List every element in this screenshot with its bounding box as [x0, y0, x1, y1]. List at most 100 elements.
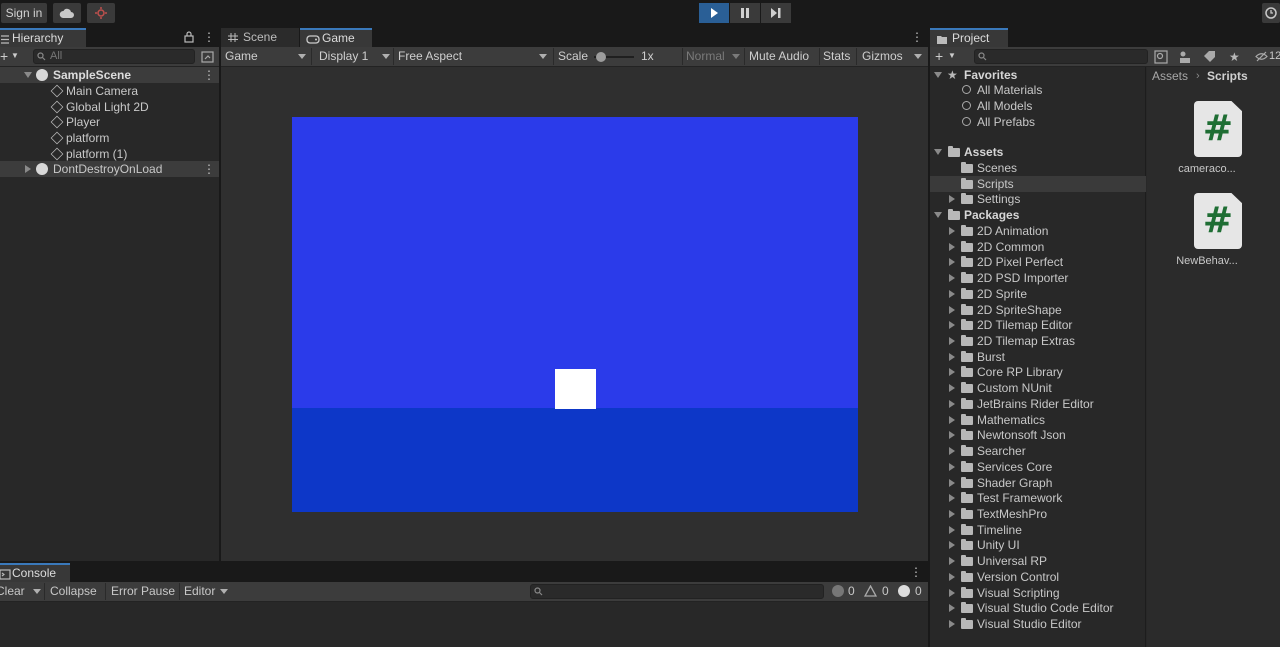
hierarchy-item-global-light[interactable]: Global Light 2D	[0, 99, 219, 115]
script-file-tile[interactable]: # NewBehav...	[1167, 193, 1247, 268]
expand-arrow-icon[interactable]	[949, 258, 955, 267]
assets-header[interactable]: Assets	[930, 144, 1146, 160]
package-item[interactable]: Shader Graph	[930, 475, 1146, 491]
expand-arrow-icon[interactable]	[934, 149, 942, 155]
package-item[interactable]: JetBrains Rider Editor	[930, 396, 1146, 412]
folder-scenes[interactable]: Scenes	[930, 160, 1146, 176]
expand-arrow-icon[interactable]	[949, 242, 955, 251]
expand-arrow-icon[interactable]	[949, 289, 955, 298]
expand-arrow-icon[interactable]	[949, 368, 955, 377]
stats-button[interactable]: Stats	[823, 47, 850, 66]
package-item[interactable]: Visual Studio Code Editor	[930, 600, 1146, 616]
package-item[interactable]: Services Core	[930, 459, 1146, 475]
expand-arrow-icon[interactable]	[949, 321, 955, 330]
expand-arrow-icon[interactable]	[24, 72, 32, 78]
project-create-button[interactable]: + ▼	[935, 48, 959, 65]
cloud-button[interactable]	[53, 3, 81, 23]
search-by-label-icon[interactable]	[1178, 50, 1192, 64]
expand-arrow-icon[interactable]	[949, 509, 955, 518]
package-item[interactable]: Universal RP	[930, 553, 1146, 569]
display-dropdown[interactable]: Display 1	[312, 47, 392, 66]
error-toggle[interactable]: 0	[896, 582, 926, 601]
create-button[interactable]: + ▼	[0, 48, 22, 65]
tab-game[interactable]: Game	[300, 28, 372, 47]
package-item[interactable]: 2D SpriteShape	[930, 302, 1146, 318]
clear-dropdown[interactable]: Clear	[0, 582, 44, 601]
editor-dropdown[interactable]: Editor	[180, 582, 232, 601]
expand-arrow-icon[interactable]	[949, 447, 955, 456]
expand-arrow-icon[interactable]	[949, 384, 955, 393]
expand-arrow-icon[interactable]	[949, 494, 955, 503]
expand-arrow-icon[interactable]	[934, 72, 942, 78]
package-item[interactable]: 2D Tilemap Extras	[930, 333, 1146, 349]
package-item[interactable]: Version Control	[930, 569, 1146, 585]
package-item[interactable]: 2D Common	[930, 239, 1146, 255]
mode-dropdown[interactable]: Game	[221, 47, 310, 66]
console-search-input[interactable]	[530, 584, 824, 599]
sign-in-button[interactable]: Sign in	[1, 3, 47, 23]
tab-scene[interactable]: Scene	[221, 28, 299, 47]
hierarchy-item-player[interactable]: Player	[0, 114, 219, 130]
dontdestroy-scene-row[interactable]: DontDestroyOnLoad ⋮	[0, 161, 219, 177]
warning-toggle[interactable]: 0	[862, 582, 892, 601]
expand-arrow-icon[interactable]	[949, 399, 955, 408]
expand-arrow-icon[interactable]	[949, 588, 955, 597]
render-mode-dropdown[interactable]: Normal	[683, 47, 743, 66]
game-menu-icon[interactable]: ⋮	[911, 30, 923, 44]
package-item[interactable]: Visual Scripting	[930, 585, 1146, 601]
expand-arrow-icon[interactable]	[949, 604, 955, 613]
tab-hierarchy[interactable]: Hierarchy	[0, 28, 86, 47]
package-item[interactable]: 2D Tilemap Editor	[930, 317, 1146, 333]
console-menu-icon[interactable]: ⋮	[910, 565, 922, 579]
hierarchy-menu-icon[interactable]: ⋮	[203, 30, 215, 44]
scene-visibility-icon[interactable]	[201, 51, 214, 63]
search-by-type-icon[interactable]	[1154, 50, 1168, 64]
scene-menu-icon[interactable]: ⋮	[203, 68, 215, 82]
package-item[interactable]: Mathematics	[930, 412, 1146, 428]
breadcrumb-scripts[interactable]: Scripts	[1207, 67, 1248, 86]
expand-arrow-icon[interactable]	[949, 572, 955, 581]
package-item[interactable]: Unity UI	[930, 537, 1146, 553]
package-item[interactable]: Burst	[930, 349, 1146, 365]
aspect-dropdown[interactable]: Free Aspect	[394, 47, 552, 66]
scale-slider-handle[interactable]	[596, 52, 606, 62]
scene-menu-icon[interactable]: ⋮	[203, 162, 215, 176]
favorite-star-icon[interactable]: ★	[1229, 50, 1240, 64]
package-item[interactable]: 2D Animation	[930, 223, 1146, 239]
lock-icon[interactable]	[184, 31, 194, 43]
package-item[interactable]: Searcher	[930, 443, 1146, 459]
expand-arrow-icon[interactable]	[25, 165, 31, 173]
expand-arrow-icon[interactable]	[934, 212, 942, 218]
play-button[interactable]	[699, 3, 729, 23]
favorites-header[interactable]: ★ Favorites	[930, 67, 1146, 83]
expand-arrow-icon[interactable]	[949, 478, 955, 487]
expand-arrow-icon[interactable]	[949, 227, 955, 235]
package-item[interactable]: 2D Sprite	[930, 286, 1146, 302]
game-viewport[interactable]	[292, 117, 858, 512]
step-button[interactable]	[761, 3, 791, 23]
undo-history-button[interactable]	[1262, 3, 1280, 23]
breadcrumb-assets[interactable]: Assets	[1152, 67, 1188, 86]
gizmos-chevron-icon[interactable]	[914, 54, 922, 59]
expand-arrow-icon[interactable]	[949, 541, 955, 550]
hierarchy-item-main-camera[interactable]: Main Camera	[0, 83, 219, 99]
expand-arrow-icon[interactable]	[949, 415, 955, 424]
scene-row[interactable]: SampleScene ⋮	[0, 67, 219, 83]
hidden-packages-toggle[interactable]: 12	[1253, 47, 1280, 66]
error-pause-button[interactable]: Error Pause	[111, 582, 175, 601]
hierarchy-search-input[interactable]: All	[33, 49, 195, 64]
gizmos-button[interactable]: Gizmos	[862, 47, 903, 66]
package-item[interactable]: Custom NUnit	[930, 380, 1146, 396]
package-item[interactable]: Timeline	[930, 522, 1146, 538]
project-search-input[interactable]	[974, 49, 1148, 64]
package-item[interactable]: TextMeshPro	[930, 506, 1146, 522]
package-item[interactable]: Core RP Library	[930, 364, 1146, 380]
favorite-item-models[interactable]: All Models	[930, 98, 1146, 114]
hierarchy-item-platform-1[interactable]: platform (1)	[0, 146, 219, 162]
expand-arrow-icon[interactable]	[949, 352, 955, 361]
favorite-item-materials[interactable]: All Materials	[930, 82, 1146, 98]
package-item[interactable]: 2D Pixel Perfect	[930, 254, 1146, 270]
expand-arrow-icon[interactable]	[949, 525, 955, 534]
package-item[interactable]: Visual Studio Editor	[930, 616, 1146, 632]
tag-icon[interactable]	[1202, 50, 1216, 64]
